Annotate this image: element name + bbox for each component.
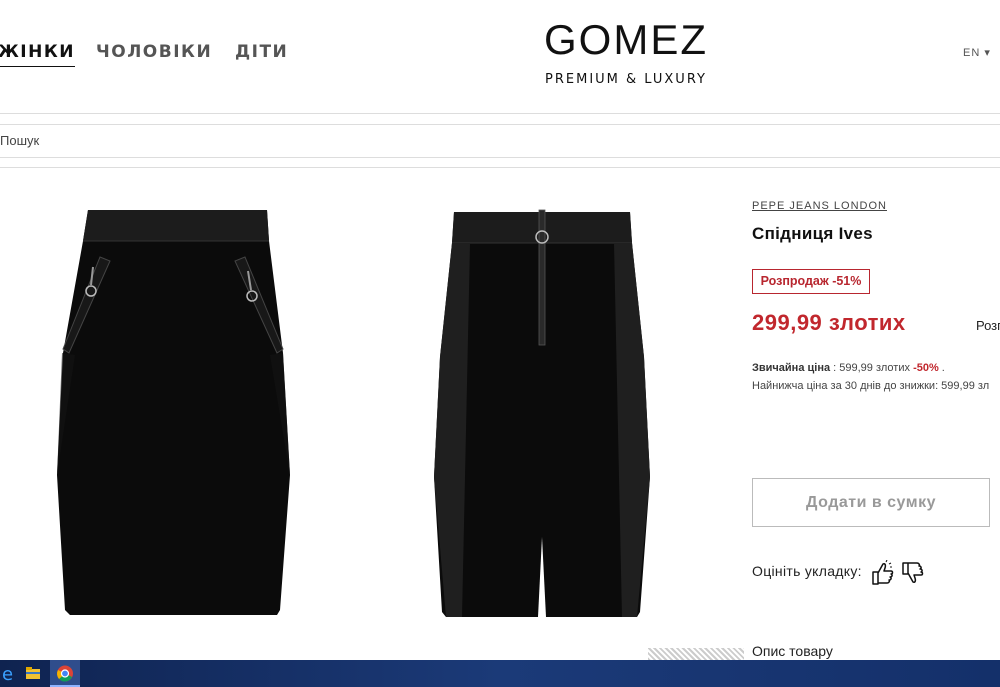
thumbs-up-icon[interactable] [870,560,894,586]
thumbs-down-icon[interactable] [900,560,924,586]
product-price: 299,99 злотих [752,310,906,335]
file-explorer-icon[interactable] [18,660,48,687]
search-top-border [0,124,1000,125]
product-image-back[interactable] [432,207,657,622]
product-brand-link[interactable]: PEPE JEANS LONDON [752,200,887,212]
search-bottom-border [0,157,1000,158]
chrome-icon[interactable] [50,660,80,687]
lowest-price-line: Найнижча ціна за 30 днів до знижки: 599,… [752,380,990,392]
language-selector[interactable]: EN ▾ [963,46,991,59]
site-logo[interactable]: GOMEZ PREMIUM & LUXURY [0,16,1000,87]
logo-brand: GOMEZ [544,16,708,63]
header-divider [0,113,1000,114]
side-text-truncated: Розп [976,318,1000,333]
search-input[interactable]: Пошук [0,133,39,148]
svg-text:e: e [2,664,13,685]
logo-tagline: PREMIUM & LUXURY [545,72,707,87]
content-divider [0,167,1000,168]
regular-price-label: Звичайна ціна [752,362,831,374]
description-heading[interactable]: Опис товару [752,643,833,659]
taskbar: e [0,660,1000,687]
product-image-front[interactable] [55,205,290,620]
regular-price-end: . [938,362,945,374]
regular-price-line: Звичайна ціна : 599,99 злотих -50% . [752,362,945,374]
regular-price-discount: -50% [913,362,939,374]
regular-price-separator: : [830,362,840,374]
product-title: Спідниця Ives [752,224,873,243]
add-to-bag-button[interactable]: Додати в сумку [752,478,990,527]
decorative-hatch [648,648,744,660]
regular-price-value: 599,99 злотих [839,362,910,374]
sale-badge: Розпродаж -51% [752,269,870,294]
rate-label: Оцініть укладку: [752,563,862,579]
